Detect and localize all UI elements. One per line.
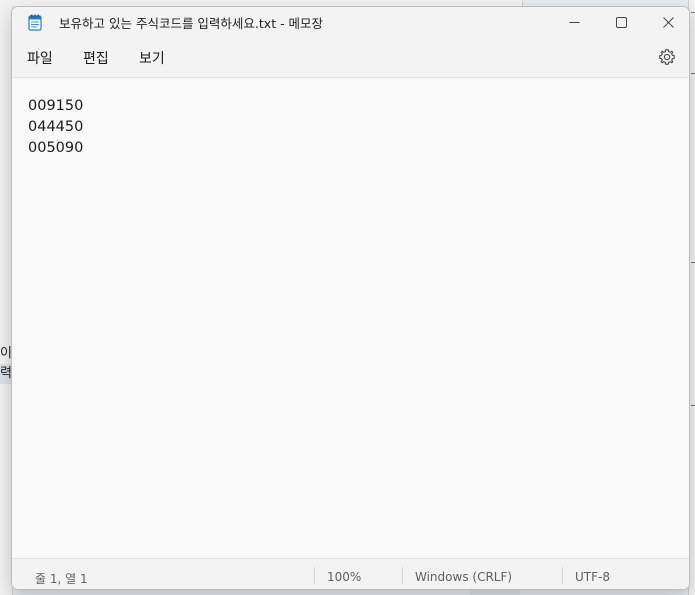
gear-icon: [658, 49, 676, 70]
background-divider: [691, 73, 695, 74]
status-line-ending: Windows (CRLF): [415, 570, 513, 584]
editor-content[interactable]: 009150 044450 005090: [28, 96, 83, 159]
window-title: 보유하고 있는 주식코드를 입력하세요.txt - 메모장: [59, 16, 324, 31]
background-divider: [691, 405, 695, 406]
background-divider: [691, 262, 695, 263]
title-bar[interactable]: 보유하고 있는 주식코드를 입력하세요.txt - 메모장: [12, 7, 689, 37]
close-button[interactable]: [645, 7, 689, 37]
editor-line: 005090: [28, 140, 84, 156]
status-separator: [402, 567, 403, 584]
maximize-button[interactable]: [598, 7, 644, 37]
notepad-icon: [28, 14, 42, 31]
settings-button[interactable]: [658, 48, 676, 66]
menu-bar: 파일 편집 보기: [12, 37, 689, 78]
editor-line: 044450: [28, 119, 84, 135]
close-icon: [662, 13, 674, 32]
minimize-icon: [569, 13, 580, 32]
text-editor-area[interactable]: 009150 044450 005090: [12, 78, 689, 558]
editor-line: 009150: [28, 98, 84, 114]
status-encoding: UTF-8: [575, 570, 610, 584]
status-bar: 줄 1, 열 1 100% Windows (CRLF) UTF-8: [12, 558, 689, 589]
menu-view[interactable]: 보기: [137, 48, 167, 68]
menu-file[interactable]: 파일: [25, 48, 55, 68]
minimize-button[interactable]: [551, 7, 597, 37]
notepad-window: 보유하고 있는 주식코드를 입력하세요.txt - 메모장 파일 편집 보기 0…: [11, 6, 690, 590]
status-separator: [562, 567, 563, 584]
maximize-icon: [615, 13, 627, 32]
background-divider: [691, 12, 695, 13]
status-zoom: 100%: [327, 570, 362, 584]
status-cursor-position: 줄 1, 열 1: [35, 572, 88, 586]
status-separator: [314, 567, 315, 584]
menu-edit[interactable]: 편집: [81, 48, 111, 68]
